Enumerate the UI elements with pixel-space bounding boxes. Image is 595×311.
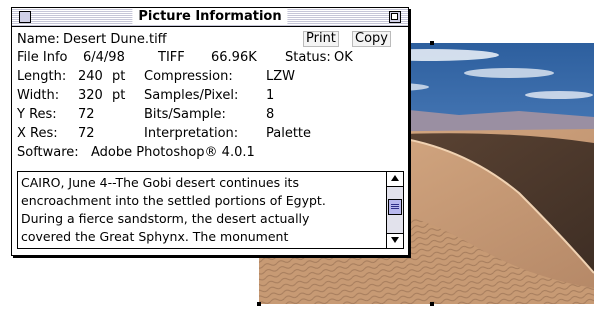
bits-label: Bits/Sample: [144, 107, 226, 122]
software-value: Adobe Photoshop® 4.0.1 [91, 145, 255, 160]
software-label: Software: [17, 145, 79, 160]
scroll-thumb[interactable] [388, 199, 402, 215]
length-label: Length: [17, 69, 67, 84]
status-value: OK [334, 50, 353, 65]
name-value: Desert Dune.tiff [63, 32, 167, 47]
caption-line: CAIRO, June 4--The Gobi desert continues… [21, 175, 299, 190]
close-box-icon[interactable] [19, 11, 31, 23]
window-title: Picture Information [132, 9, 288, 25]
selection-handle-bottom-left[interactable] [257, 302, 261, 306]
zoom-box-icon[interactable] [389, 11, 401, 23]
yres-label: Y Res: [17, 107, 57, 122]
selection-handle-top[interactable] [430, 41, 434, 45]
caption-line: covered the Great Sphynx. The monument [21, 229, 289, 244]
title-bar[interactable]: Picture Information [12, 8, 408, 27]
copy-button[interactable]: Copy [352, 31, 391, 47]
interpretation-label: Interpretation: [144, 126, 239, 141]
width-value: 320 [78, 88, 103, 103]
file-size: 66.96K [211, 50, 257, 65]
length-unit: pt [112, 69, 126, 84]
compression-label: Compression: [144, 69, 233, 84]
interpretation-value: Palette [266, 126, 312, 141]
file-type: TIFF [158, 50, 185, 65]
xres-value: 72 [78, 126, 95, 141]
status-label: Status: [285, 50, 331, 65]
yres-value: 72 [78, 107, 95, 122]
samples-value: 1 [266, 88, 275, 103]
scroll-down-arrow-icon[interactable] [387, 233, 403, 248]
selection-handle-bottom[interactable] [430, 302, 434, 306]
file-date: 6/4/98 [83, 50, 125, 65]
compression-value: LZW [266, 69, 296, 84]
name-label: Name: [17, 32, 60, 47]
bits-value: 8 [266, 107, 275, 122]
picture-information-window: Picture Information Print Copy Name: Des… [11, 7, 409, 256]
samples-label: Samples/Pixel: [144, 88, 239, 103]
caption-scrollbar[interactable] [386, 171, 404, 249]
width-label: Width: [17, 88, 60, 103]
print-button[interactable]: Print [303, 31, 339, 47]
file-info-label: File Info [17, 50, 68, 65]
caption-text-area[interactable]: CAIRO, June 4--The Gobi desert continues… [17, 171, 387, 249]
width-unit: pt [112, 88, 126, 103]
xres-label: X Res: [17, 126, 58, 141]
caption-line: During a fierce sandstorm, the desert ac… [21, 211, 310, 226]
caption-line: encroachment into the settled portions o… [21, 193, 326, 208]
length-value: 240 [78, 69, 103, 84]
scroll-up-arrow-icon[interactable] [387, 172, 403, 187]
